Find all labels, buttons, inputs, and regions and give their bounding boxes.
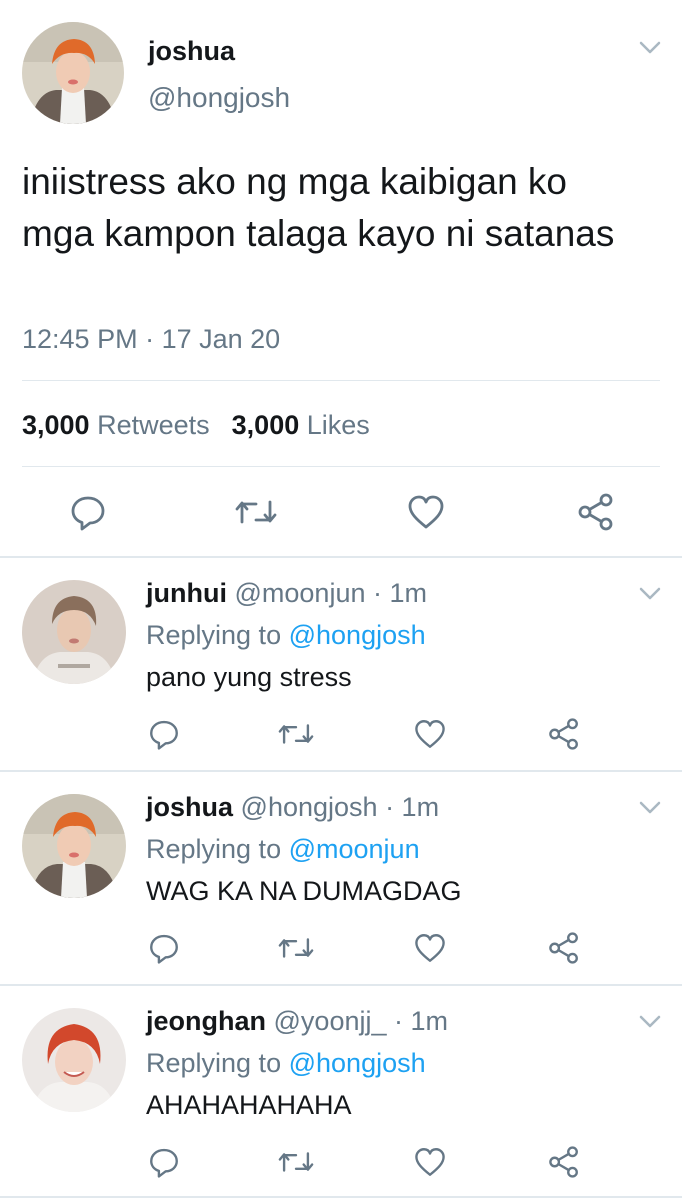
chevron-down-icon[interactable] [638, 800, 662, 816]
reply-button[interactable] [66, 490, 110, 534]
likes-count: 3,000 [231, 410, 300, 440]
replying-mention[interactable]: @hongjosh [289, 620, 426, 650]
retweet-button[interactable] [274, 712, 318, 756]
tweet-timestamp: 12:45 PM · 17 Jan 20 [22, 324, 280, 355]
likes-label: Likes [306, 410, 370, 440]
reply-action-bar [0, 926, 682, 970]
like-icon [413, 931, 447, 965]
reply-button[interactable] [142, 1140, 186, 1184]
main-action-bar [0, 490, 682, 534]
reply-tweet[interactable]: junhui @moonjun · 1m Replying to @hongjo… [0, 558, 682, 771]
reply-icon [147, 931, 181, 965]
chevron-down-icon[interactable] [638, 40, 662, 56]
share-button[interactable] [542, 712, 586, 756]
main-tweet: joshua @hongjosh iniistress ako ng mga k… [0, 0, 682, 556]
reply-action-bar [0, 712, 682, 756]
replying-prefix: Replying to [146, 620, 282, 650]
reply-icon [147, 717, 181, 751]
reply-author-name[interactable]: junhui [146, 578, 227, 608]
avatar[interactable] [22, 22, 124, 124]
reply-time: · 1m [373, 578, 427, 608]
chevron-down-icon[interactable] [638, 1014, 662, 1030]
tweet-date: 17 Jan 20 [161, 324, 281, 354]
reply-header: joshua @hongjosh · 1m [146, 792, 439, 823]
author-name[interactable]: joshua [148, 36, 235, 67]
tweet-text: iniistress ako ng mga kaibigan ko mga ka… [22, 161, 615, 254]
reply-author-handle[interactable]: @moonjun [235, 578, 366, 608]
like-button[interactable] [404, 490, 448, 534]
share-icon [547, 1145, 581, 1179]
share-button[interactable] [542, 1140, 586, 1184]
meta-separator: · [137, 324, 162, 354]
reply-author-handle[interactable]: @hongjosh [241, 792, 378, 822]
share-button[interactable] [542, 926, 586, 970]
reply-header: jeonghan @yoonjj_ · 1m [146, 1006, 448, 1037]
retweets-stat[interactable]: 3,000 Retweets [22, 410, 210, 440]
share-icon [547, 717, 581, 751]
reply-author-name[interactable]: joshua [146, 792, 233, 822]
avatar[interactable] [22, 580, 126, 684]
retweet-icon [277, 717, 315, 751]
avatar[interactable] [22, 1008, 126, 1112]
tweet-time: 12:45 PM [22, 324, 138, 354]
reply-time: · 1m [385, 792, 440, 822]
retweet-button[interactable] [234, 490, 278, 534]
replying-to: Replying to @hongjosh [146, 1048, 426, 1079]
replying-to: Replying to @moonjun [146, 834, 420, 865]
replying-mention[interactable]: @hongjosh [289, 1048, 426, 1078]
retweet-button[interactable] [274, 1140, 318, 1184]
tweet-stats: 3,000 Retweets 3,000 Likes [22, 410, 370, 441]
reply-header: junhui @moonjun · 1m [146, 578, 427, 609]
share-icon [547, 931, 581, 965]
reply-author-handle[interactable]: @yoonjj_ [274, 1006, 387, 1036]
chevron-down-icon[interactable] [638, 586, 662, 602]
reply-button[interactable] [142, 926, 186, 970]
reply-action-bar [0, 1140, 682, 1184]
like-button[interactable] [408, 926, 452, 970]
reply-text: WAG KA NA DUMAGDAG [146, 876, 462, 906]
like-icon [406, 492, 446, 532]
avatar[interactable] [22, 794, 126, 898]
replying-prefix: Replying to [146, 834, 282, 864]
replying-mention[interactable]: @moonjun [289, 834, 420, 864]
retweet-icon [277, 1145, 315, 1179]
reply-time: · 1m [394, 1006, 449, 1036]
reply-tweet[interactable]: joshua @hongjosh · 1m Replying to @moonj… [0, 772, 682, 985]
divider [22, 380, 660, 381]
retweets-label: Retweets [97, 410, 210, 440]
reply-author-name[interactable]: jeonghan [146, 1006, 266, 1036]
replying-to: Replying to @hongjosh [146, 620, 426, 651]
reply-icon [68, 492, 108, 532]
retweet-icon [234, 492, 278, 532]
likes-stat[interactable]: 3,000 Likes [232, 410, 370, 440]
like-button[interactable] [408, 1140, 452, 1184]
reply-tweet[interactable]: jeonghan @yoonjj_ · 1m Replying to @hong… [0, 986, 682, 1199]
reply-icon [147, 1145, 181, 1179]
like-icon [413, 1145, 447, 1179]
reply-button[interactable] [142, 712, 186, 756]
reply-text: pano yung stress [146, 662, 352, 692]
share-button[interactable] [574, 490, 618, 534]
like-icon [413, 717, 447, 751]
like-button[interactable] [408, 712, 452, 756]
reply-text: AHAHAHAHAHA [146, 1090, 352, 1120]
share-icon [576, 492, 616, 532]
section-divider [0, 1196, 682, 1198]
replying-prefix: Replying to [146, 1048, 282, 1078]
divider [22, 466, 660, 467]
retweets-count: 3,000 [22, 410, 90, 440]
retweet-icon [277, 931, 315, 965]
retweet-button[interactable] [274, 926, 318, 970]
author-handle[interactable]: @hongjosh [148, 82, 290, 114]
